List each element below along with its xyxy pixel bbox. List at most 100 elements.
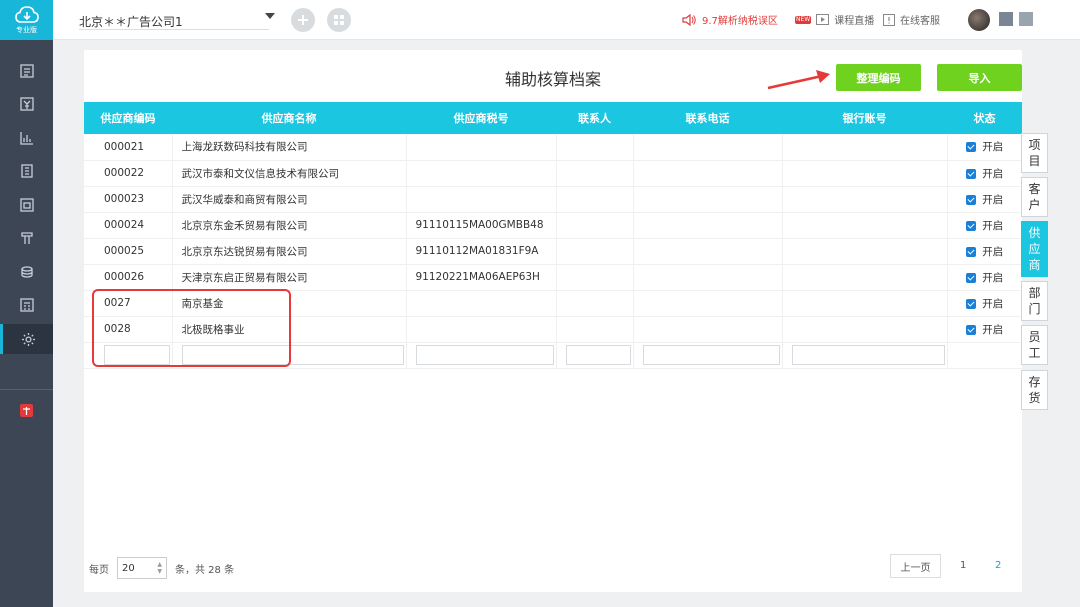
chevron-down-icon[interactable] xyxy=(265,13,275,19)
cell-name[interactable]: 北极既格事业 xyxy=(172,316,407,343)
cell-tax-id[interactable] xyxy=(406,160,557,187)
checkbox-icon[interactable] xyxy=(966,194,977,205)
new-phone-input[interactable] xyxy=(642,345,780,365)
settings-menu-icon[interactable] xyxy=(1019,12,1033,26)
header-name[interactable]: 供应商名称 xyxy=(172,102,406,134)
cell-bank-account[interactable] xyxy=(782,186,948,213)
prev-page-button[interactable]: 上一页 xyxy=(890,554,941,578)
tab-inventory[interactable]: 存货 xyxy=(1021,370,1048,410)
table-row[interactable]: 0027 南京基金 开启 xyxy=(84,290,1022,317)
tab-employee[interactable]: 员工 xyxy=(1021,325,1048,365)
cell-name[interactable]: 武汉华威泰和商贸有限公司 xyxy=(172,186,407,213)
cell-bank-account[interactable] xyxy=(782,160,948,187)
cell-bank-account[interactable] xyxy=(782,290,948,317)
cell-contact[interactable] xyxy=(556,290,634,317)
checkbox-icon[interactable] xyxy=(966,220,977,231)
page-1-link[interactable]: 1 xyxy=(960,560,966,571)
checkbox-icon[interactable] xyxy=(966,246,977,257)
tab-supplier[interactable]: 供应商 xyxy=(1021,221,1048,277)
sidebar-item-assets[interactable] xyxy=(0,190,53,220)
page-2-link[interactable]: 2 xyxy=(995,560,1001,571)
app-logo[interactable]: 专业版 xyxy=(0,0,53,40)
apps-button[interactable] xyxy=(327,8,351,32)
cell-tax-id[interactable] xyxy=(406,186,557,213)
company-selector[interactable]: 北京＊＊广告公司1 xyxy=(79,13,269,30)
sidebar-item-books[interactable] xyxy=(0,156,53,186)
cell-contact[interactable] xyxy=(556,264,634,291)
header-status[interactable]: 状态 xyxy=(947,102,1022,134)
cell-tax-id[interactable]: 91110112MA01831F9A xyxy=(406,238,557,265)
cell-tax-id[interactable]: 91110115MA00GMBB48 xyxy=(406,212,557,239)
cell-contact[interactable] xyxy=(556,316,634,343)
cell-bank-account[interactable] xyxy=(782,264,948,291)
tab-project[interactable]: 项目 xyxy=(1021,133,1048,173)
table-row[interactable]: 000026 天津京东启正贸易有限公司 91120221MA06AEP63H 开… xyxy=(84,264,1022,291)
header-phone[interactable]: 联系电话 xyxy=(633,102,782,134)
cell-contact[interactable] xyxy=(556,238,634,265)
cell-name[interactable]: 南京基金 xyxy=(172,290,407,317)
avatar[interactable] xyxy=(968,9,990,31)
live-course-link[interactable]: NEW 课程直播 xyxy=(795,12,874,27)
cell-phone[interactable] xyxy=(633,134,783,161)
sidebar-item-ledger[interactable] xyxy=(0,89,53,119)
cell-code[interactable]: 000023 xyxy=(84,186,173,213)
cell-status[interactable]: 开启 xyxy=(947,186,1022,213)
sidebar-item-reports[interactable] xyxy=(0,123,53,153)
cell-bank-account[interactable] xyxy=(782,238,948,265)
user-menu-icon[interactable] xyxy=(999,12,1013,26)
sidebar-item-tax[interactable] xyxy=(0,257,53,287)
cell-status[interactable]: 开启 xyxy=(947,212,1022,239)
cell-phone[interactable] xyxy=(633,212,783,239)
sidebar-item-settings[interactable] xyxy=(0,324,53,354)
table-row[interactable]: 000023 武汉华威泰和商贸有限公司 开启 xyxy=(84,186,1022,213)
checkbox-icon[interactable] xyxy=(966,324,977,335)
cell-status[interactable]: 开启 xyxy=(947,264,1022,291)
cell-name[interactable]: 武汉市泰和文仪信息技术有限公司 xyxy=(172,160,407,187)
new-bank-input[interactable] xyxy=(791,345,945,365)
cell-status[interactable]: 开启 xyxy=(947,238,1022,265)
add-company-button[interactable] xyxy=(291,8,315,32)
cell-code[interactable]: 0028 xyxy=(84,316,173,343)
page-size-input[interactable]: 20 ▲ ▼ xyxy=(117,557,167,579)
cell-contact[interactable] xyxy=(556,186,634,213)
cell-tax-id[interactable] xyxy=(406,316,557,343)
header-contact[interactable]: 联系人 xyxy=(556,102,633,134)
header-bank-account[interactable]: 银行账号 xyxy=(782,102,947,134)
header-tax-id[interactable]: 供应商税号 xyxy=(406,102,556,134)
cell-phone[interactable] xyxy=(633,264,783,291)
sidebar-item-gift[interactable] xyxy=(0,395,53,425)
cell-name[interactable]: 北京京东金禾贸易有限公司 xyxy=(172,212,407,239)
cell-contact[interactable] xyxy=(556,160,634,187)
new-contact-input[interactable] xyxy=(565,345,631,365)
sidebar-item-invoice[interactable] xyxy=(0,223,53,253)
cell-code[interactable]: 000021 xyxy=(84,134,173,161)
cell-code[interactable]: 000022 xyxy=(84,160,173,187)
cell-contact[interactable] xyxy=(556,134,634,161)
table-row[interactable]: 0028 北极既格事业 开启 xyxy=(84,316,1022,343)
checkbox-icon[interactable] xyxy=(966,142,977,153)
table-row[interactable]: 000022 武汉市泰和文仪信息技术有限公司 开启 xyxy=(84,160,1022,187)
table-row[interactable]: 000024 北京京东金禾贸易有限公司 91110115MA00GMBB48 开… xyxy=(84,212,1022,239)
cell-phone[interactable] xyxy=(633,290,783,317)
cell-tax-id[interactable]: 91120221MA06AEP63H xyxy=(406,264,557,291)
header-code[interactable]: 供应商编码 xyxy=(84,102,172,134)
cell-name[interactable]: 天津京东启正贸易有限公司 xyxy=(172,264,407,291)
cell-bank-account[interactable] xyxy=(782,134,948,161)
table-row[interactable]: 000021 上海龙跃数码科技有限公司 开启 xyxy=(84,134,1022,161)
tax-notice-link[interactable]: 9.7解析纳税误区 xyxy=(682,12,778,27)
import-button[interactable]: 导入 xyxy=(937,64,1022,91)
spinner-icon[interactable]: ▲ ▼ xyxy=(157,561,162,575)
cell-status[interactable]: 开启 xyxy=(947,160,1022,187)
cell-name[interactable]: 北京京东达锐贸易有限公司 xyxy=(172,238,407,265)
new-code-input[interactable] xyxy=(104,345,170,365)
tab-department[interactable]: 部门 xyxy=(1021,281,1048,321)
tab-customer[interactable]: 客户 xyxy=(1021,177,1048,217)
cell-phone[interactable] xyxy=(633,160,783,187)
checkbox-icon[interactable] xyxy=(966,272,977,283)
cell-name[interactable]: 上海龙跃数码科技有限公司 xyxy=(172,134,407,161)
cell-status[interactable]: 开启 xyxy=(947,134,1022,161)
checkbox-icon[interactable] xyxy=(966,168,977,179)
checkbox-icon[interactable] xyxy=(966,298,977,309)
new-tax-input[interactable] xyxy=(415,345,554,365)
cell-tax-id[interactable] xyxy=(406,290,557,317)
